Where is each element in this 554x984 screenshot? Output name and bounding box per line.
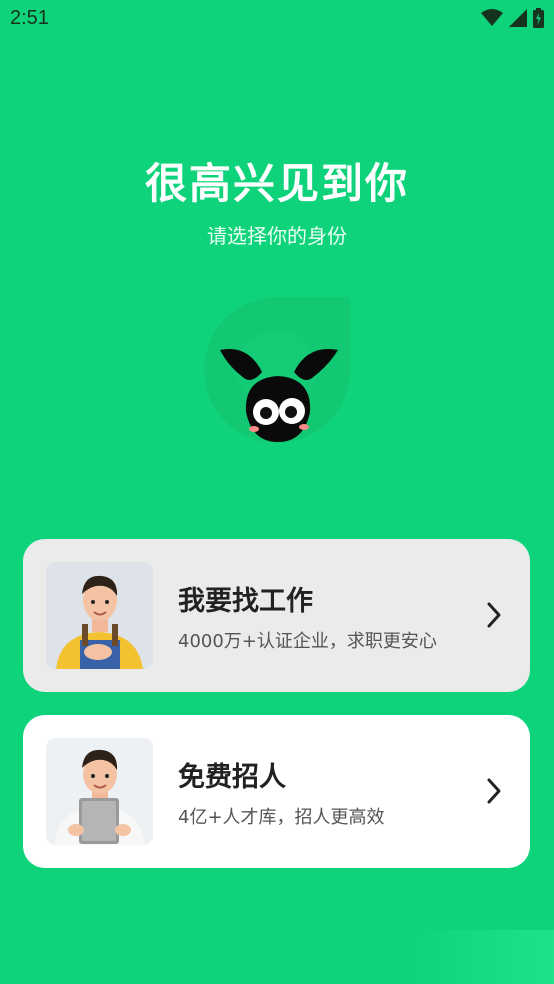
- mascot-logo: [204, 297, 350, 443]
- status-icons: [481, 8, 544, 28]
- bottom-glow-decoration: [410, 930, 554, 984]
- page-title: 很高兴见到你: [144, 159, 409, 208]
- recruiter-card[interactable]: 免费招人 4亿+人才库，招人更高效: [23, 715, 530, 868]
- page-subtitle: 请选择你的身份: [207, 224, 347, 248]
- recruiter-title: 免费招人: [178, 762, 286, 793]
- battery-icon: [533, 8, 544, 28]
- status-bar: 2:51: [0, 0, 554, 38]
- job-seeker-description: 4000万+认证企业，求职更安心: [178, 631, 437, 652]
- chevron-right-icon: [487, 778, 501, 804]
- cellular-signal-icon: [509, 9, 527, 27]
- wifi-icon: [481, 9, 503, 26]
- recruiter-description: 4亿+人才库，招人更高效: [178, 807, 385, 828]
- job-seeker-illustration: [46, 562, 153, 669]
- status-time: 2:51: [10, 7, 49, 29]
- chevron-right-icon: [487, 602, 501, 628]
- job-seeker-title: 我要找工作: [178, 586, 313, 617]
- job-seeker-avatar: [46, 562, 153, 669]
- job-seeker-card[interactable]: 我要找工作 4000万+认证企业，求职更安心: [23, 539, 530, 692]
- recruiter-avatar: [46, 738, 153, 845]
- recruiter-illustration: [46, 738, 153, 845]
